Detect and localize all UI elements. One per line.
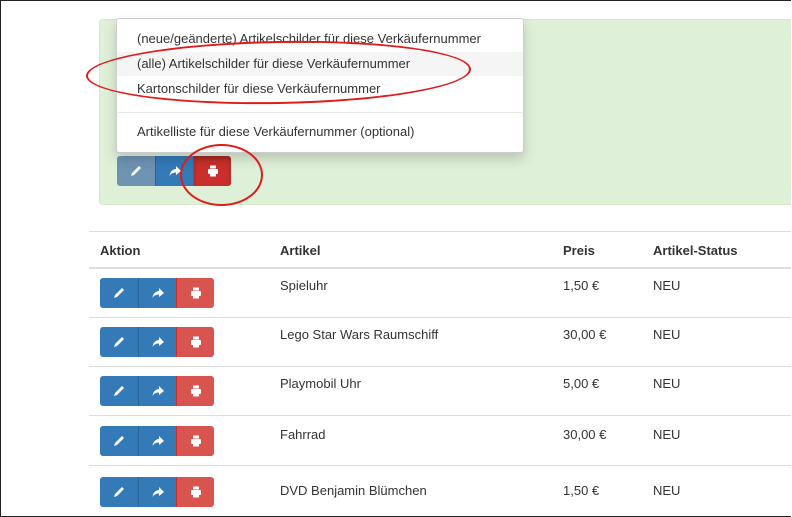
- share-arrow-icon: [152, 436, 164, 446]
- print-icon: [207, 165, 218, 177]
- dropdown-item-all-labels[interactable]: (alle) Artikelschilder für diese Verkäuf…: [117, 52, 523, 76]
- column-header-price: Preis: [563, 243, 595, 258]
- row-price: 1,50 €: [563, 278, 600, 293]
- table-top-border: [89, 231, 791, 232]
- row-print-button[interactable]: [176, 376, 214, 406]
- row-article: Playmobil Uhr: [280, 376, 361, 391]
- print-icon: [190, 385, 201, 397]
- panel-print-button[interactable]: [193, 156, 231, 186]
- pencil-icon: [114, 337, 124, 347]
- row-action-group: [100, 376, 214, 406]
- row-status: NEU: [653, 483, 681, 498]
- print-icon: [190, 336, 201, 348]
- row-forward-button[interactable]: [138, 327, 176, 357]
- row-forward-button[interactable]: [138, 278, 176, 308]
- row-edit-button[interactable]: [100, 278, 138, 308]
- row-action-group: [100, 327, 214, 357]
- row-price: 1,50 €: [563, 483, 600, 498]
- row-article: Spieluhr: [280, 278, 328, 293]
- row-article: Fahrrad: [280, 427, 326, 442]
- row-forward-button[interactable]: [138, 426, 176, 456]
- share-arrow-icon: [152, 337, 164, 347]
- pencil-icon: [114, 436, 124, 446]
- panel-edit-button[interactable]: [117, 156, 155, 186]
- share-arrow-icon: [152, 288, 164, 298]
- row-price: 30,00 €: [563, 427, 607, 442]
- row-edit-button[interactable]: [100, 426, 138, 456]
- row-print-button[interactable]: [176, 278, 214, 308]
- row-price: 5,00 €: [563, 376, 600, 391]
- row-print-button[interactable]: [176, 426, 214, 456]
- panel-action-group: [117, 156, 231, 186]
- row-article: DVD Benjamin Blümchen: [280, 483, 427, 498]
- print-icon: [190, 287, 201, 299]
- dropdown-item-new-labels[interactable]: (neue/geänderte) Artikelschilder für die…: [117, 27, 523, 51]
- pencil-icon: [114, 288, 124, 298]
- row-edit-button[interactable]: [100, 477, 138, 507]
- print-icon: [190, 486, 201, 498]
- share-arrow-icon: [152, 487, 164, 497]
- row-forward-button[interactable]: [138, 376, 176, 406]
- share-arrow-icon: [169, 166, 181, 176]
- dropdown-item-article-list[interactable]: Artikelliste für diese Verkäufernummer (…: [117, 120, 523, 144]
- row-print-button[interactable]: [176, 327, 214, 357]
- row-action-group: [100, 426, 214, 456]
- row-divider: [89, 415, 791, 416]
- print-dropdown-menu: (neue/geänderte) Artikelschilder für die…: [116, 18, 524, 153]
- dropdown-divider: [118, 112, 522, 113]
- column-header-status: Artikel-Status: [653, 243, 738, 258]
- column-header-action: Aktion: [100, 243, 141, 258]
- row-action-group: [100, 278, 214, 308]
- row-action-group: [100, 477, 214, 507]
- share-arrow-icon: [152, 386, 164, 396]
- row-status: NEU: [653, 327, 681, 342]
- row-edit-button[interactable]: [100, 376, 138, 406]
- pencil-icon: [114, 386, 124, 396]
- print-icon: [190, 435, 201, 447]
- row-forward-button[interactable]: [138, 477, 176, 507]
- column-header-article: Artikel: [280, 243, 321, 258]
- panel-forward-button[interactable]: [155, 156, 193, 186]
- row-divider: [89, 465, 791, 466]
- row-status: NEU: [653, 376, 681, 391]
- page-frame: (neue/geänderte) Artikelschilder für die…: [0, 0, 791, 517]
- row-print-button[interactable]: [176, 477, 214, 507]
- row-divider: [89, 366, 791, 367]
- row-divider: [89, 317, 791, 318]
- table-header-border: [89, 267, 791, 269]
- row-status: NEU: [653, 427, 681, 442]
- pencil-icon: [131, 166, 141, 176]
- row-article: Lego Star Wars Raumschiff: [280, 327, 439, 342]
- row-edit-button[interactable]: [100, 327, 138, 357]
- row-price: 30,00 €: [563, 327, 607, 342]
- pencil-icon: [114, 487, 124, 497]
- row-status: NEU: [653, 278, 681, 293]
- dropdown-item-box-labels[interactable]: Kartonschilder für diese Verkäufernummer: [117, 77, 523, 101]
